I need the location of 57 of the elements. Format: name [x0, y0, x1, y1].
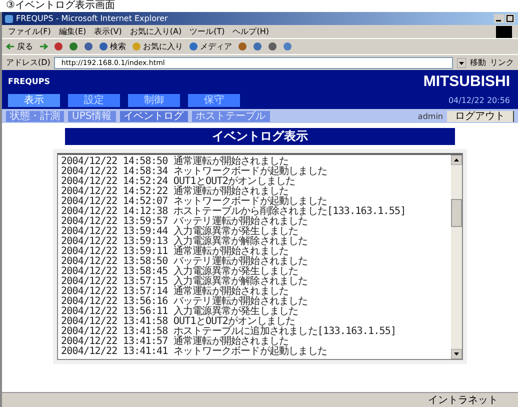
brand-name: MITSUBISHI — [423, 73, 510, 90]
log-entry: 2004/12/22 13:56:11 入力電源異常が発生しました — [61, 307, 300, 317]
toolbar-button[interactable]: 検索 — [99, 41, 126, 52]
links-button[interactable]: リンク — [490, 57, 514, 68]
toolbar-icon — [6, 42, 15, 51]
address-label: アドレス(D) — [6, 57, 50, 68]
document-heading: ③イベントログ表示画面 — [5, 0, 116, 12]
log-entry: 2004/12/22 13:58:50 バッテリ運転が開始されました — [61, 257, 309, 267]
toolbar-button[interactable]: メディア — [189, 41, 232, 52]
log-entry: 2004/12/22 14:52:07 ネットワークボードが起動しました — [61, 197, 328, 207]
toolbar-icon — [39, 42, 48, 51]
user-name: admin — [418, 112, 443, 120]
menu-item[interactable]: ツール(T) — [190, 26, 225, 37]
toolbar-button[interactable]: お気に入り — [132, 41, 183, 52]
security-zone: イントラネット — [428, 394, 498, 407]
menu-item[interactable]: お気に入り(A) — [130, 26, 182, 37]
log-entry: 2004/12/22 13:41:58 ホストテーブルに追加されました[133.163.1.55] — [61, 327, 398, 337]
log-entry: 2004/12/22 14:12:38 ホストテーブルから削除されました[133.163.1.55] — [61, 207, 407, 217]
sub-tab[interactable]: イベントログ — [120, 110, 188, 122]
log-entry: 2004/12/22 14:58:50 通常運転が開始されました — [61, 157, 290, 167]
toolbar-icon — [132, 42, 141, 51]
menu-item[interactable]: ファイル(F) — [8, 26, 51, 37]
log-entry: 2004/12/22 13:57:15 入力電源異常が解除されました — [61, 277, 309, 287]
log-entry: 2004/12/22 14:58:34 ネットワークボードが起動しました — [61, 167, 328, 177]
page-title: イベントログ表示 — [65, 128, 455, 145]
menu-item[interactable]: 表示(V) — [94, 26, 122, 37]
log-entry: 2004/12/22 14:52:24 OUT1とOUT2がオンしました — [61, 177, 296, 187]
menu-item[interactable]: 編集(E) — [58, 26, 86, 37]
dropdown-button[interactable] — [457, 58, 466, 68]
minimize-button[interactable] — [494, 14, 504, 23]
log-entry: 2004/12/22 13:41:58 OUT1とOUT2がオンしました — [61, 317, 296, 327]
date-time: 04/12/22 20:56 — [448, 96, 510, 105]
log-entry: 2004/12/22 13:41:41 ネットワークボードが起動しました — [61, 347, 328, 357]
windows-logo-icon — [496, 26, 512, 38]
log-entry: 2004/12/22 14:52:22 通常運転が開始されました — [61, 187, 290, 197]
go-button[interactable]: 移動 — [470, 57, 486, 68]
log-entry: 2004/12/22 13:57:14 通常運転が開始されました — [61, 287, 290, 297]
toolbar-button[interactable] — [39, 42, 48, 51]
logout-button[interactable]: ログアウト — [447, 110, 514, 122]
log-entry: 2004/12/22 13:59:57 バッテリ運転が開始されました — [61, 217, 309, 227]
log-entry: 2004/12/22 13:56:16 バッテリ運転が開始されました — [61, 297, 309, 307]
scrollbar[interactable] — [451, 155, 462, 359]
scroll-up-button[interactable] — [451, 155, 462, 165]
toolbar-icon — [189, 42, 198, 51]
scrollbar-thumb[interactable] — [451, 199, 462, 227]
log-entry: 2004/12/22 13:58:45 入力電源異常が発生しました — [61, 267, 298, 277]
log-entry: 2004/12/22 13:59:13 入力電源異常が解除されました — [61, 237, 309, 247]
scroll-down-button[interactable] — [451, 349, 462, 359]
menu-item[interactable]: ヘルプ(H) — [232, 26, 269, 37]
maximize-button[interactable] — [505, 14, 515, 23]
window-title: FREQUPS - Microsoft Internet Explorer — [16, 14, 169, 23]
log-entry: 2004/12/22 13:41:57 通常運転が開始されました — [61, 337, 290, 347]
toolbar-button[interactable]: 戻る — [6, 41, 33, 52]
log-entry: 2004/12/22 13:59:44 入力電源異常が発生しました — [61, 227, 298, 237]
log-entry: 2004/12/22 13:59:11 通常運転が開始されました — [61, 247, 290, 257]
site-logo: FREQUPS — [8, 77, 50, 86]
browser-icon — [5, 14, 13, 22]
